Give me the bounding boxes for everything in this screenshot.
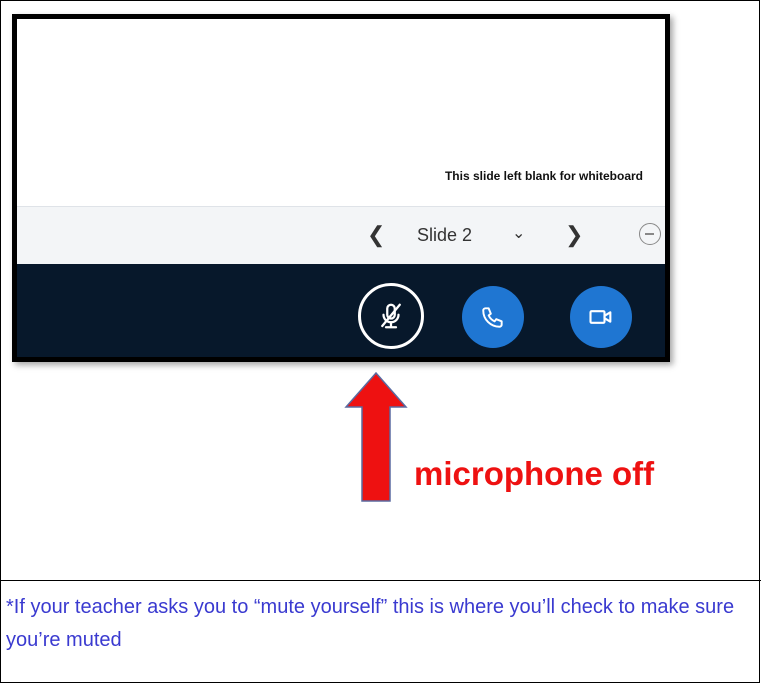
slide-navigation-bar: ❮ Slide 2 ⌄ ❯ bbox=[17, 206, 665, 265]
microphone-off-icon bbox=[381, 303, 401, 329]
table-row-divider bbox=[1, 580, 761, 581]
action-bar bbox=[17, 264, 665, 357]
instruction-note: *If your teacher asks you to “mute yours… bbox=[6, 596, 735, 651]
chevron-down-icon[interactable]: ⌄ bbox=[512, 223, 525, 243]
presentation-slide: This slide left blank for whiteboard bbox=[17, 19, 665, 206]
mute-microphone-button[interactable] bbox=[358, 283, 424, 349]
zoom-out-icon[interactable] bbox=[639, 223, 661, 245]
meeting-screenshot: This slide left blank for whiteboard ❮ S… bbox=[12, 14, 670, 362]
chevron-right-icon[interactable]: ❯ bbox=[565, 222, 583, 248]
audio-phone-button[interactable] bbox=[462, 286, 524, 348]
slide-text: This slide left blank for whiteboard bbox=[444, 169, 643, 183]
microphone-off-callout: microphone off bbox=[414, 455, 655, 492]
video-camera-icon bbox=[589, 310, 612, 324]
red-arrow-up-icon bbox=[344, 371, 408, 502]
share-webcam-button[interactable] bbox=[570, 286, 632, 348]
phone-icon bbox=[482, 307, 503, 328]
slide-selector-label[interactable]: Slide 2 bbox=[417, 225, 472, 246]
chevron-left-icon[interactable]: ❮ bbox=[367, 222, 385, 248]
